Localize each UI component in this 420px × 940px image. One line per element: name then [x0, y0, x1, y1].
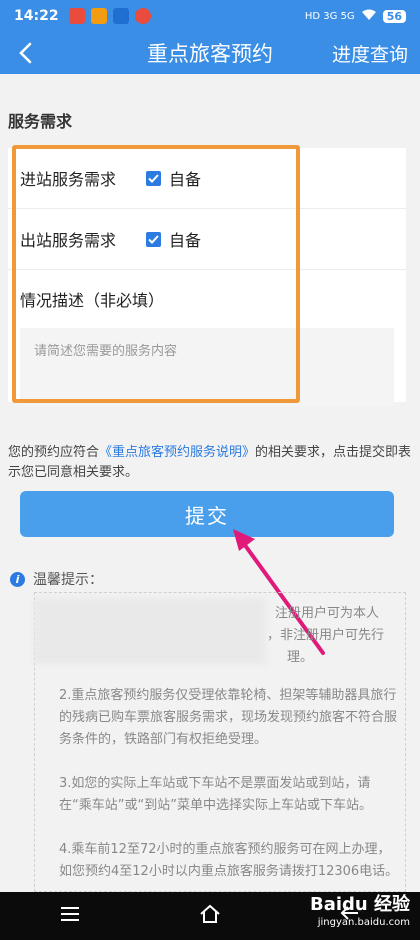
- app-notification-icon: [134, 8, 151, 24]
- tips-title: 温馨提示：: [33, 572, 103, 588]
- tip-item-2: 2.重点旅客预约服务仅受理依靠轮椅、担架等辅助器具旅行的残病已购车票旅客服务需求…: [59, 688, 398, 747]
- service-card: 进站服务需求 自备 出站服务需求 自备 情况描述（非必填） 请简述您需要的服务内…: [8, 148, 406, 406]
- check-icon: [148, 234, 159, 244]
- tip-item-4: 4.乘车前12至72小时的重点旅客预约服务可在网上办理，如您预约4至12小时以内…: [59, 842, 399, 879]
- exit-service-label: 出站服务需求: [20, 231, 117, 250]
- back-button[interactable]: [0, 32, 50, 74]
- app-notification-icon: [112, 8, 129, 24]
- exit-service-row: 出站服务需求 自备: [8, 209, 406, 270]
- service-terms-link[interactable]: 《重点旅客预约服务说明》: [99, 445, 255, 460]
- status-bar: 14:22 HD 3G 5G 56: [0, 0, 420, 32]
- agreement-text: 您的预约应符合《重点旅客预约服务说明》的相关要求，点击提交即表示您已同意相关要求…: [8, 443, 412, 483]
- baidu-watermark: Baidu 经验 jingyan.baidu.com: [310, 896, 410, 932]
- agreement-prefix: 您的预约应符合: [8, 445, 100, 460]
- chevron-left-icon: [19, 42, 32, 64]
- watermark-site: jingyan.baidu.com: [317, 917, 410, 928]
- header-bar: 重点旅客预约 进度查询: [0, 32, 420, 74]
- tip-item-3: 3.如您的实际上车站或下车站不是票面发站或到站，请在“乘车站”或“到站”菜单中选…: [59, 776, 372, 813]
- status-right: HD 3G 5G 56: [305, 9, 406, 24]
- progress-query-link[interactable]: 进度查询: [332, 40, 408, 67]
- exit-self-checkbox[interactable]: [146, 231, 161, 247]
- notification-icons: [68, 8, 151, 24]
- entry-self-option[interactable]: 自备: [169, 166, 201, 190]
- exit-self-option[interactable]: 自备: [169, 227, 201, 251]
- home-icon[interactable]: [199, 904, 221, 928]
- entry-self-checkbox[interactable]: [146, 170, 161, 186]
- submit-button[interactable]: 提交: [20, 491, 394, 537]
- check-icon: [148, 173, 159, 183]
- entry-service-label: 进站服务需求: [20, 170, 117, 189]
- tips-header: i 温馨提示：: [10, 569, 103, 589]
- watermark-brand: Baidu 经验: [309, 894, 410, 915]
- redacted-region: [34, 598, 266, 664]
- status-time: 14:22: [14, 8, 59, 24]
- tip-partial-line: 注册用户可为本人: [275, 606, 380, 621]
- app-notification-icon: [68, 8, 85, 24]
- service-section-title: 服务需求: [8, 112, 73, 131]
- menu-icon[interactable]: [60, 906, 80, 926]
- description-textarea[interactable]: 请简述您需要的服务内容: [20, 328, 394, 406]
- wifi-icon: [361, 9, 377, 24]
- entry-service-row: 进站服务需求 自备: [8, 148, 406, 209]
- tip-partial-line: ，非注册用户可先行: [267, 628, 385, 643]
- info-icon: i: [10, 571, 25, 587]
- battery-indicator: 56: [382, 9, 406, 23]
- app-notification-icon: [90, 8, 107, 24]
- tip-partial-line: 理。: [287, 650, 314, 665]
- description-label: 情况描述（非必填）: [20, 291, 165, 310]
- network-indicator: HD 3G 5G: [304, 10, 355, 22]
